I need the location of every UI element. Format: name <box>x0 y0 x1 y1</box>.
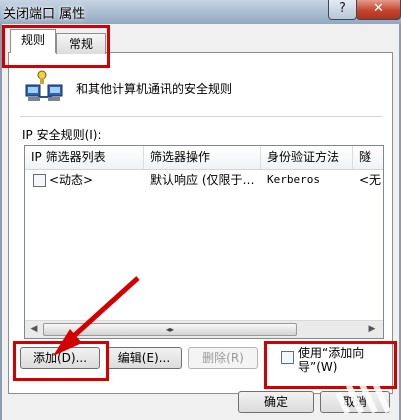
cell-filter-action: 默认响应 (仅限于… <box>150 173 255 187</box>
table-row[interactable]: <动态> 默认响应 (仅限于… Kerberos <无 <box>25 170 383 190</box>
horizontal-scrollbar[interactable]: ◀ ◂▸ ▶ <box>25 320 383 338</box>
cell-auth-method: Kerberos <box>267 173 320 186</box>
use-wizard-label-line1[interactable]: 使用“添加向 <box>298 346 364 360</box>
cell-filter-list: <动态> <box>49 173 94 187</box>
network-computers-icon <box>25 70 63 101</box>
dialog-body: 规则 常规 和其他计算机通讯的安全规则 IP 安全规则(I): IP 筛选器列表… <box>2 24 399 420</box>
section-divider <box>20 116 382 117</box>
rules-description: 和其他计算机通讯的安全规则 <box>76 82 233 96</box>
title-bar: 关闭端口 属性 ? ✕ <box>0 0 401 24</box>
column-header-tunnel[interactable]: 隧 <box>353 146 383 169</box>
close-button[interactable]: ✕ <box>356 0 401 20</box>
column-header-auth-method[interactable]: 身份验证方法 <box>261 146 353 169</box>
tab-rules[interactable]: 规则 <box>10 29 56 53</box>
edit-button[interactable]: 编辑(E)... <box>106 347 182 369</box>
scroll-thumb[interactable]: ◂▸ <box>43 323 297 336</box>
scroll-right-icon[interactable]: ▶ <box>365 323 379 336</box>
rule-checkbox[interactable] <box>33 174 46 187</box>
help-button[interactable]: ? <box>328 0 357 20</box>
add-button[interactable]: 添加(D)... <box>20 347 100 369</box>
scroll-left-icon[interactable]: ◀ <box>27 323 41 336</box>
list-header: IP 筛选器列表 筛选器操作 身份验证方法 隧 <box>25 146 383 170</box>
use-wizard-checkbox[interactable] <box>281 351 294 364</box>
ip-security-rules-label: IP 安全规则(I): <box>22 128 102 142</box>
use-wizard-label-line2[interactable]: 导”(W) <box>298 360 337 374</box>
cancel-button[interactable]: 取消 <box>320 391 390 413</box>
ok-button[interactable]: 确定 <box>238 391 314 413</box>
column-header-filter-list[interactable]: IP 筛选器列表 <box>25 146 144 169</box>
ip-rules-list[interactable]: IP 筛选器列表 筛选器操作 身份验证方法 隧 <动态> 默认响应 (仅限于… … <box>24 145 384 339</box>
remove-button[interactable]: 删除(R) <box>188 347 258 369</box>
column-header-filter-action[interactable]: 筛选器操作 <box>144 146 261 169</box>
cell-tunnel: <无 <box>359 173 382 187</box>
window-title: 关闭端口 属性 <box>3 7 86 22</box>
tab-general[interactable]: 常规 <box>56 33 106 54</box>
